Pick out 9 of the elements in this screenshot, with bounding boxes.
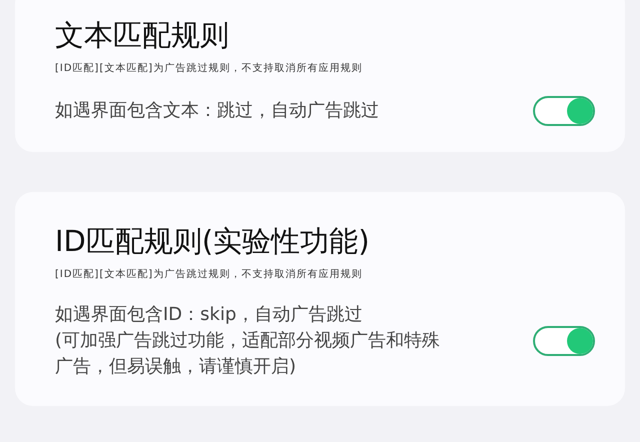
toggle-switch[interactable] (533, 96, 595, 126)
card-title: ID匹配规则(实验性功能) (55, 223, 371, 260)
toggle-switch[interactable] (533, 326, 595, 356)
card-title: 文本匹配规则 (55, 17, 230, 54)
rule-description: 如遇界面包含文本：跳过，自动广告跳过 (55, 99, 379, 123)
rule-note: [ID匹配][文本匹配]为广告跳过规则，不支持取消所有应用规则 (55, 268, 362, 282)
rule-description: 如遇界面包含ID：skip，自动广告跳过 (55, 303, 362, 327)
rule-note: [ID匹配][文本匹配]为广告跳过规则，不支持取消所有应用规则 (55, 62, 362, 76)
rule-detail: (可加强广告跳过功能，适配部分视频广告和特殊广告，但易误触，请谨慎开启) (55, 329, 442, 379)
